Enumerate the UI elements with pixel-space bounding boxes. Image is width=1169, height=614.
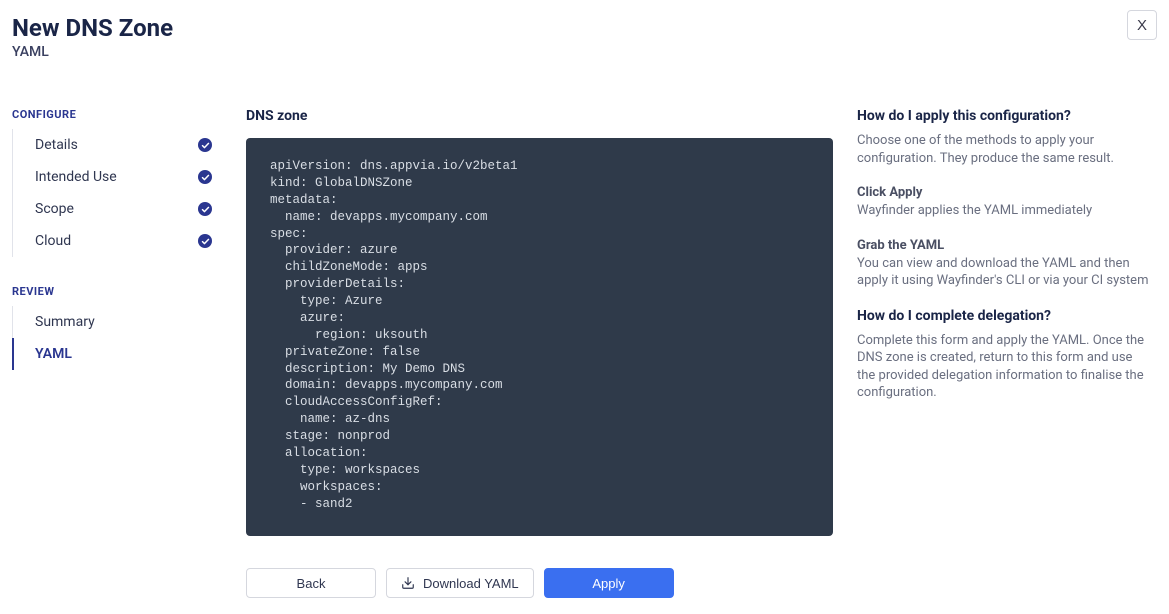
sidebar-item-label: Intended Use [35,169,117,185]
help-panel: How do I apply this configuration? Choos… [857,108,1157,598]
close-icon: X [1137,17,1147,34]
yaml-code-block[interactable]: apiVersion: dns.appvia.io/v2beta1 kind: … [246,138,833,536]
help-text: Wayfinder applies the YAML immediately [857,202,1151,220]
check-circle-icon [198,138,212,152]
page-header: New DNS Zone YAML X [0,0,1169,60]
sidebar-item-summary[interactable]: Summary [13,306,222,338]
sidebar-item-label: Scope [35,201,74,217]
help-subheading-grab-yaml: Grab the YAML [857,238,1151,253]
help-subheading-click-apply: Click Apply [857,185,1151,200]
sidebar-review-items: Summary YAML [12,306,222,370]
download-icon [401,576,415,590]
check-circle-icon [198,234,212,248]
sidebar-item-cloud[interactable]: Cloud [13,225,222,257]
sidebar-item-scope[interactable]: Scope [13,193,222,225]
sidebar-configure-items: Details Intended Use Scope Cloud [12,129,222,257]
back-button[interactable]: Back [246,568,376,598]
sidebar-item-details[interactable]: Details [13,129,222,161]
help-heading-apply: How do I apply this configuration? [857,108,1151,124]
sidebar-item-yaml[interactable]: YAML [13,338,222,370]
page-subtitle: YAML [12,44,1157,60]
action-row: Back Download YAML Apply [246,568,833,598]
help-text: You can view and download the YAML and t… [857,255,1151,290]
sidebar-item-label: Summary [35,314,95,330]
sidebar: CONFIGURE Details Intended Use Scope [12,108,222,598]
sidebar-section-configure: CONFIGURE [12,108,222,121]
help-text: Choose one of the methods to apply your … [857,132,1151,167]
sidebar-item-label: YAML [35,346,72,362]
button-label: Apply [592,576,625,591]
button-label: Download YAML [423,576,519,591]
help-heading-delegation: How do I complete delegation? [857,308,1151,324]
sidebar-item-intended-use[interactable]: Intended Use [13,161,222,193]
download-yaml-button[interactable]: Download YAML [386,568,534,598]
main-panel: DNS zone apiVersion: dns.appvia.io/v2bet… [246,108,833,598]
content-area: CONFIGURE Details Intended Use Scope [0,60,1169,610]
page-title: New DNS Zone [12,14,1157,42]
sidebar-item-label: Details [35,137,78,153]
help-text: Complete this form and apply the YAML. O… [857,332,1151,402]
button-label: Back [297,576,326,591]
apply-button[interactable]: Apply [544,568,674,598]
sidebar-item-label: Cloud [35,233,71,249]
close-button[interactable]: X [1127,10,1157,40]
sidebar-section-review: REVIEW [12,285,222,298]
check-circle-icon [198,170,212,184]
check-circle-icon [198,202,212,216]
section-heading: DNS zone [246,108,833,124]
